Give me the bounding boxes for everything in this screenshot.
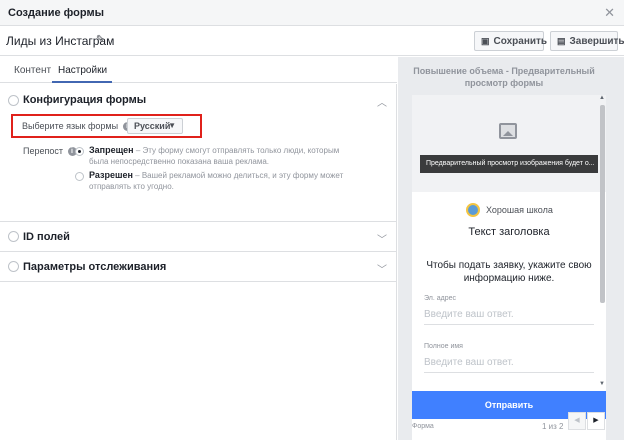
preview-image-area: Предварительный просмотр изображения буд… <box>412 95 606 192</box>
sharing-label: Перепост i <box>23 146 77 157</box>
email-field[interactable]: Введите ваш ответ. <box>424 309 594 325</box>
save-icon: ▣ <box>481 35 490 46</box>
finish-button[interactable]: ▤ Завершить <box>550 31 624 51</box>
scroll-up-icon[interactable]: ▲ <box>599 95 605 101</box>
language-select-value: Русский <box>134 121 171 131</box>
sharing-forbidden-radio[interactable] <box>75 147 84 156</box>
edit-pencil-icon[interactable]: ✎ <box>96 34 104 45</box>
tracking-section[interactable]: Параметры отслеживания ﹀ <box>0 252 397 282</box>
image-caption: Предварительный просмотр изображения буд… <box>420 155 598 173</box>
pager-text: 1 из 2 <box>542 422 564 431</box>
preview-phone: Предварительный просмотр изображения буд… <box>412 95 606 440</box>
language-label: Выберите язык формы i <box>22 121 132 132</box>
sharing-allowed-radio[interactable] <box>75 172 84 181</box>
preview-title: Повышение объема - Предварительный просм… <box>413 66 595 88</box>
close-icon[interactable]: ✕ <box>604 5 615 21</box>
preview-description: Чтобы подать заявку, укажите свою информ… <box>426 260 592 284</box>
finish-button-label: Завершить <box>569 35 624 47</box>
image-placeholder-icon <box>499 123 517 139</box>
name-field[interactable]: Введите ваш ответ. <box>424 357 594 373</box>
email-field-label: Эл. адрес <box>424 295 457 302</box>
save-button-label: Сохранить <box>493 35 548 47</box>
chevron-down-icon[interactable]: ﹀ <box>377 261 387 276</box>
footer-form-label: Форма <box>412 423 434 430</box>
fields-id-radio[interactable] <box>8 231 19 242</box>
tab-settings[interactable]: Настройки <box>58 65 107 76</box>
tracking-title[interactable]: Параметры отслеживания <box>23 261 166 273</box>
chevron-down-icon[interactable]: ﹀ <box>377 231 387 246</box>
fields-id-title[interactable]: ID полей <box>23 231 70 243</box>
settings-panel: Конфигурация формы ︿ Выберите язык формы… <box>0 84 397 440</box>
scroll-down-icon[interactable]: ▼ <box>599 381 605 387</box>
chevron-up-icon[interactable]: ︿ <box>377 94 387 109</box>
preview-scrollbar[interactable] <box>600 105 605 303</box>
dialog-title: Создание формы <box>8 7 104 19</box>
preview-panel: Повышение объема - Предварительный просм… <box>398 57 624 440</box>
sharing-allowed-option[interactable]: Разрешен – Вашей рекламой можно делиться… <box>89 170 359 192</box>
next-page-button[interactable]: ▶ <box>587 412 605 430</box>
form-config-radio[interactable] <box>8 95 19 106</box>
caret-down-icon: ▼ <box>168 121 176 130</box>
school-name: Хорошая школа <box>486 205 553 215</box>
sharing-forbidden-option[interactable]: Запрещен – Эту форму смогут отправлять т… <box>89 145 359 167</box>
tab-bar: Контент Настройки <box>0 57 397 83</box>
tracking-radio[interactable] <box>8 261 19 272</box>
active-tab-indicator <box>52 81 112 83</box>
name-field-label: Полное имя <box>424 343 463 350</box>
language-select[interactable]: Русский ▼ <box>127 118 183 134</box>
finish-icon: ▤ <box>557 35 566 46</box>
preview-headline: Текст заголовка <box>468 226 550 238</box>
form-header: Лиды из Инстаграм ✎ ▣ Сохранить ▤ Заверш… <box>0 26 624 56</box>
school-logo-icon <box>466 203 480 217</box>
tab-content[interactable]: Контент <box>14 65 51 76</box>
form-config-title[interactable]: Конфигурация формы <box>23 94 146 106</box>
save-button[interactable]: ▣ Сохранить <box>474 31 547 51</box>
dialog-titlebar: Создание формы ✕ <box>0 0 624 26</box>
prev-page-button[interactable]: ◀ <box>568 412 586 430</box>
fields-id-section[interactable]: ID полей ﹀ <box>0 222 397 252</box>
form-config-section: Конфигурация формы ︿ Выберите язык формы… <box>0 84 397 222</box>
